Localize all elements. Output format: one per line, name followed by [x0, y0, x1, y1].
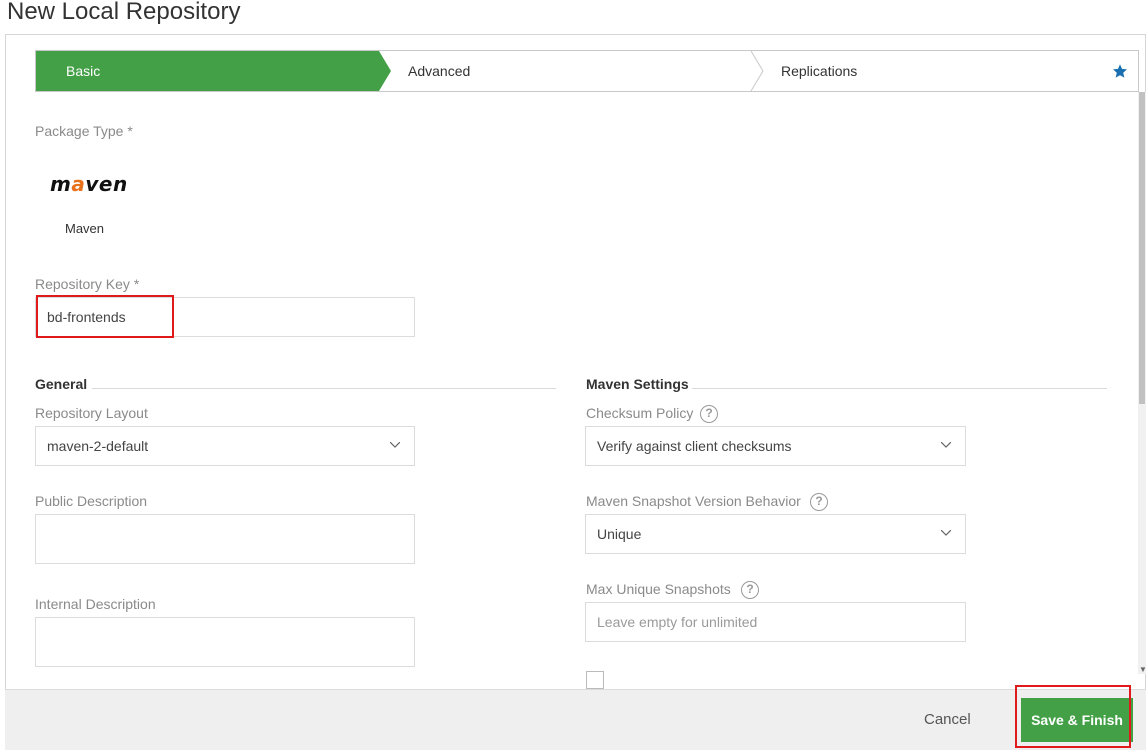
- footer-bar: Cancel Save & Finish: [5, 689, 1146, 750]
- step-basic[interactable]: Basic: [36, 51, 379, 91]
- package-type-label: Package Type *: [35, 123, 133, 139]
- snapshot-behavior-select[interactable]: Unique: [585, 514, 966, 554]
- wizard-steps: Basic Advanced Replications: [35, 50, 1139, 92]
- repository-key-label: Repository Key *: [35, 276, 140, 292]
- general-section-title: General: [35, 376, 88, 392]
- cancel-button[interactable]: Cancel: [924, 711, 971, 728]
- repository-layout-select[interactable]: maven-2-default: [35, 426, 415, 466]
- chevron-down-icon: [941, 530, 951, 536]
- checksum-policy-label: Checksum Policy: [586, 405, 694, 421]
- help-icon[interactable]: ?: [700, 405, 718, 423]
- step-replications[interactable]: Replications: [781, 51, 857, 91]
- internal-description-textarea[interactable]: [35, 617, 415, 667]
- step-basic-arrow: [379, 51, 391, 91]
- public-description-label: Public Description: [35, 493, 148, 509]
- step-advanced[interactable]: Advanced: [408, 51, 470, 91]
- general-divider: [92, 388, 556, 389]
- repository-layout-label: Repository Layout: [35, 405, 148, 421]
- max-unique-snapshots-input[interactable]: Leave empty for unlimited: [585, 602, 966, 642]
- page-title: New Local Repository: [7, 0, 241, 25]
- maven-package-name: Maven: [65, 221, 105, 236]
- checksum-policy-value: Verify against client checksums: [597, 438, 792, 454]
- maven-settings-divider: [692, 388, 1107, 389]
- help-icon[interactable]: ?: [810, 493, 828, 511]
- option-checkbox[interactable]: [586, 671, 604, 689]
- checksum-policy-select[interactable]: Verify against client checksums: [585, 426, 966, 466]
- max-unique-snapshots-placeholder: Leave empty for unlimited: [597, 614, 758, 630]
- save-button-highlight: [1015, 685, 1131, 748]
- internal-description-label: Internal Description: [35, 596, 156, 612]
- repository-layout-value: maven-2-default: [47, 438, 149, 454]
- snapshot-behavior-value: Unique: [597, 526, 642, 542]
- snapshot-behavior-label: Maven Snapshot Version Behavior: [586, 493, 801, 509]
- help-icon[interactable]: ?: [741, 581, 759, 599]
- chevron-down-icon: [390, 442, 400, 448]
- max-unique-snapshots-label: Max Unique Snapshots: [586, 581, 731, 597]
- maven-logo[interactable]: maven: [50, 172, 128, 196]
- scrollbar-thumb[interactable]: [1139, 92, 1145, 404]
- scroll-down-icon[interactable]: ▼: [1139, 665, 1146, 674]
- star-icon[interactable]: [1112, 63, 1128, 79]
- repository-key-highlight: [36, 295, 174, 338]
- maven-settings-title: Maven Settings: [586, 376, 689, 392]
- public-description-textarea[interactable]: [35, 514, 415, 564]
- step-separator: [750, 51, 764, 91]
- scrollbar[interactable]: ▼: [1138, 92, 1146, 674]
- chevron-down-icon: [941, 442, 951, 448]
